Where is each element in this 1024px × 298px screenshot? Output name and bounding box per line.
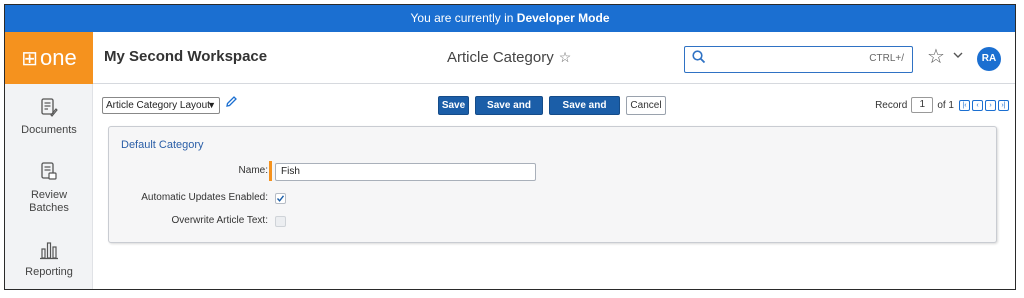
record-number-input[interactable]: 1 xyxy=(911,97,934,113)
devbar-mode: Developer Mode xyxy=(516,11,610,25)
layout-select[interactable]: Article Category Layout ▼ xyxy=(102,97,220,114)
cancel-button[interactable]: Cancel xyxy=(626,96,666,115)
first-record-icon[interactable]: |‹ xyxy=(959,99,970,111)
page-title: Article Category ☆ xyxy=(447,49,571,66)
app-window: You are currently in Developer Mode ⊞ one… xyxy=(4,4,1016,290)
save-and-back-button[interactable]: Save and Back xyxy=(549,96,620,128)
favorites-star-icon[interactable]: ☆ xyxy=(927,44,945,69)
chevron-down-icon: ▼ xyxy=(207,100,216,110)
layout-select-value: Article Category Layout xyxy=(106,100,210,111)
next-record-icon[interactable]: › xyxy=(985,99,996,111)
sidebar-item-label: Reporting xyxy=(25,266,73,278)
default-category-panel: Default Category Name: Fish Automatic Up… xyxy=(108,126,997,243)
chevron-down-icon[interactable] xyxy=(953,50,963,62)
sidebar-item-documents[interactable]: Documents xyxy=(5,98,93,136)
avatar[interactable]: RA xyxy=(977,47,1001,71)
sidebar-item-label: Documents xyxy=(21,124,77,136)
required-indicator xyxy=(269,161,272,181)
top-header: ⊞ one My Second Workspace Article Categor… xyxy=(5,32,1015,84)
search-icon xyxy=(692,50,706,68)
devbar-prefix: You are currently in xyxy=(410,11,517,25)
record-label: Record xyxy=(875,99,908,111)
toolbar: Article Category Layout ▼ Save Save and … xyxy=(93,84,1015,128)
developer-mode-banner: You are currently in Developer Mode xyxy=(5,5,1015,32)
last-record-icon[interactable]: ›| xyxy=(998,99,1009,111)
sidebar-item-review-batches[interactable]: Review Batches xyxy=(5,162,93,215)
workspace-title[interactable]: My Second Workspace xyxy=(104,48,267,65)
overwrite-label: Overwrite Article Text: xyxy=(171,215,268,226)
main-content: Article Category Layout ▼ Save Save and … xyxy=(93,84,1015,289)
name-field[interactable]: Fish xyxy=(275,163,536,181)
previous-record-icon[interactable]: ‹ xyxy=(972,99,983,111)
page-title-text: Article Category xyxy=(447,49,554,66)
auto-updates-checkbox[interactable] xyxy=(275,193,286,204)
section-title: Default Category xyxy=(121,139,204,151)
overwrite-checkbox[interactable] xyxy=(275,216,286,227)
edit-layout-pencil-icon[interactable] xyxy=(225,95,238,111)
save-and-new-button[interactable]: Save and New xyxy=(475,96,543,128)
auto-updates-label: Automatic Updates Enabled: xyxy=(141,192,268,203)
sidebar: Documents Review Batches Reporting xyxy=(5,84,93,289)
search-shortcut-hint: CTRL+/ xyxy=(869,53,904,64)
search-input[interactable]: CTRL+/ xyxy=(684,46,913,73)
name-label: Name: xyxy=(238,165,268,176)
record-navigator: Record 1 of 1 |‹ ‹ › ›| xyxy=(875,97,1009,113)
reporting-icon xyxy=(5,240,93,263)
logo-icon: ⊞ xyxy=(21,47,39,70)
documents-icon xyxy=(5,98,93,121)
favorite-star-icon[interactable]: ☆ xyxy=(559,49,572,65)
save-button[interactable]: Save xyxy=(438,96,469,115)
sidebar-item-reporting[interactable]: Reporting xyxy=(5,240,93,278)
record-total: of 1 xyxy=(937,99,954,111)
sidebar-item-label: Review Batches xyxy=(29,189,69,214)
app-logo[interactable]: ⊞ one xyxy=(5,32,93,84)
review-batches-icon xyxy=(5,162,93,186)
logo-text: one xyxy=(40,45,77,70)
